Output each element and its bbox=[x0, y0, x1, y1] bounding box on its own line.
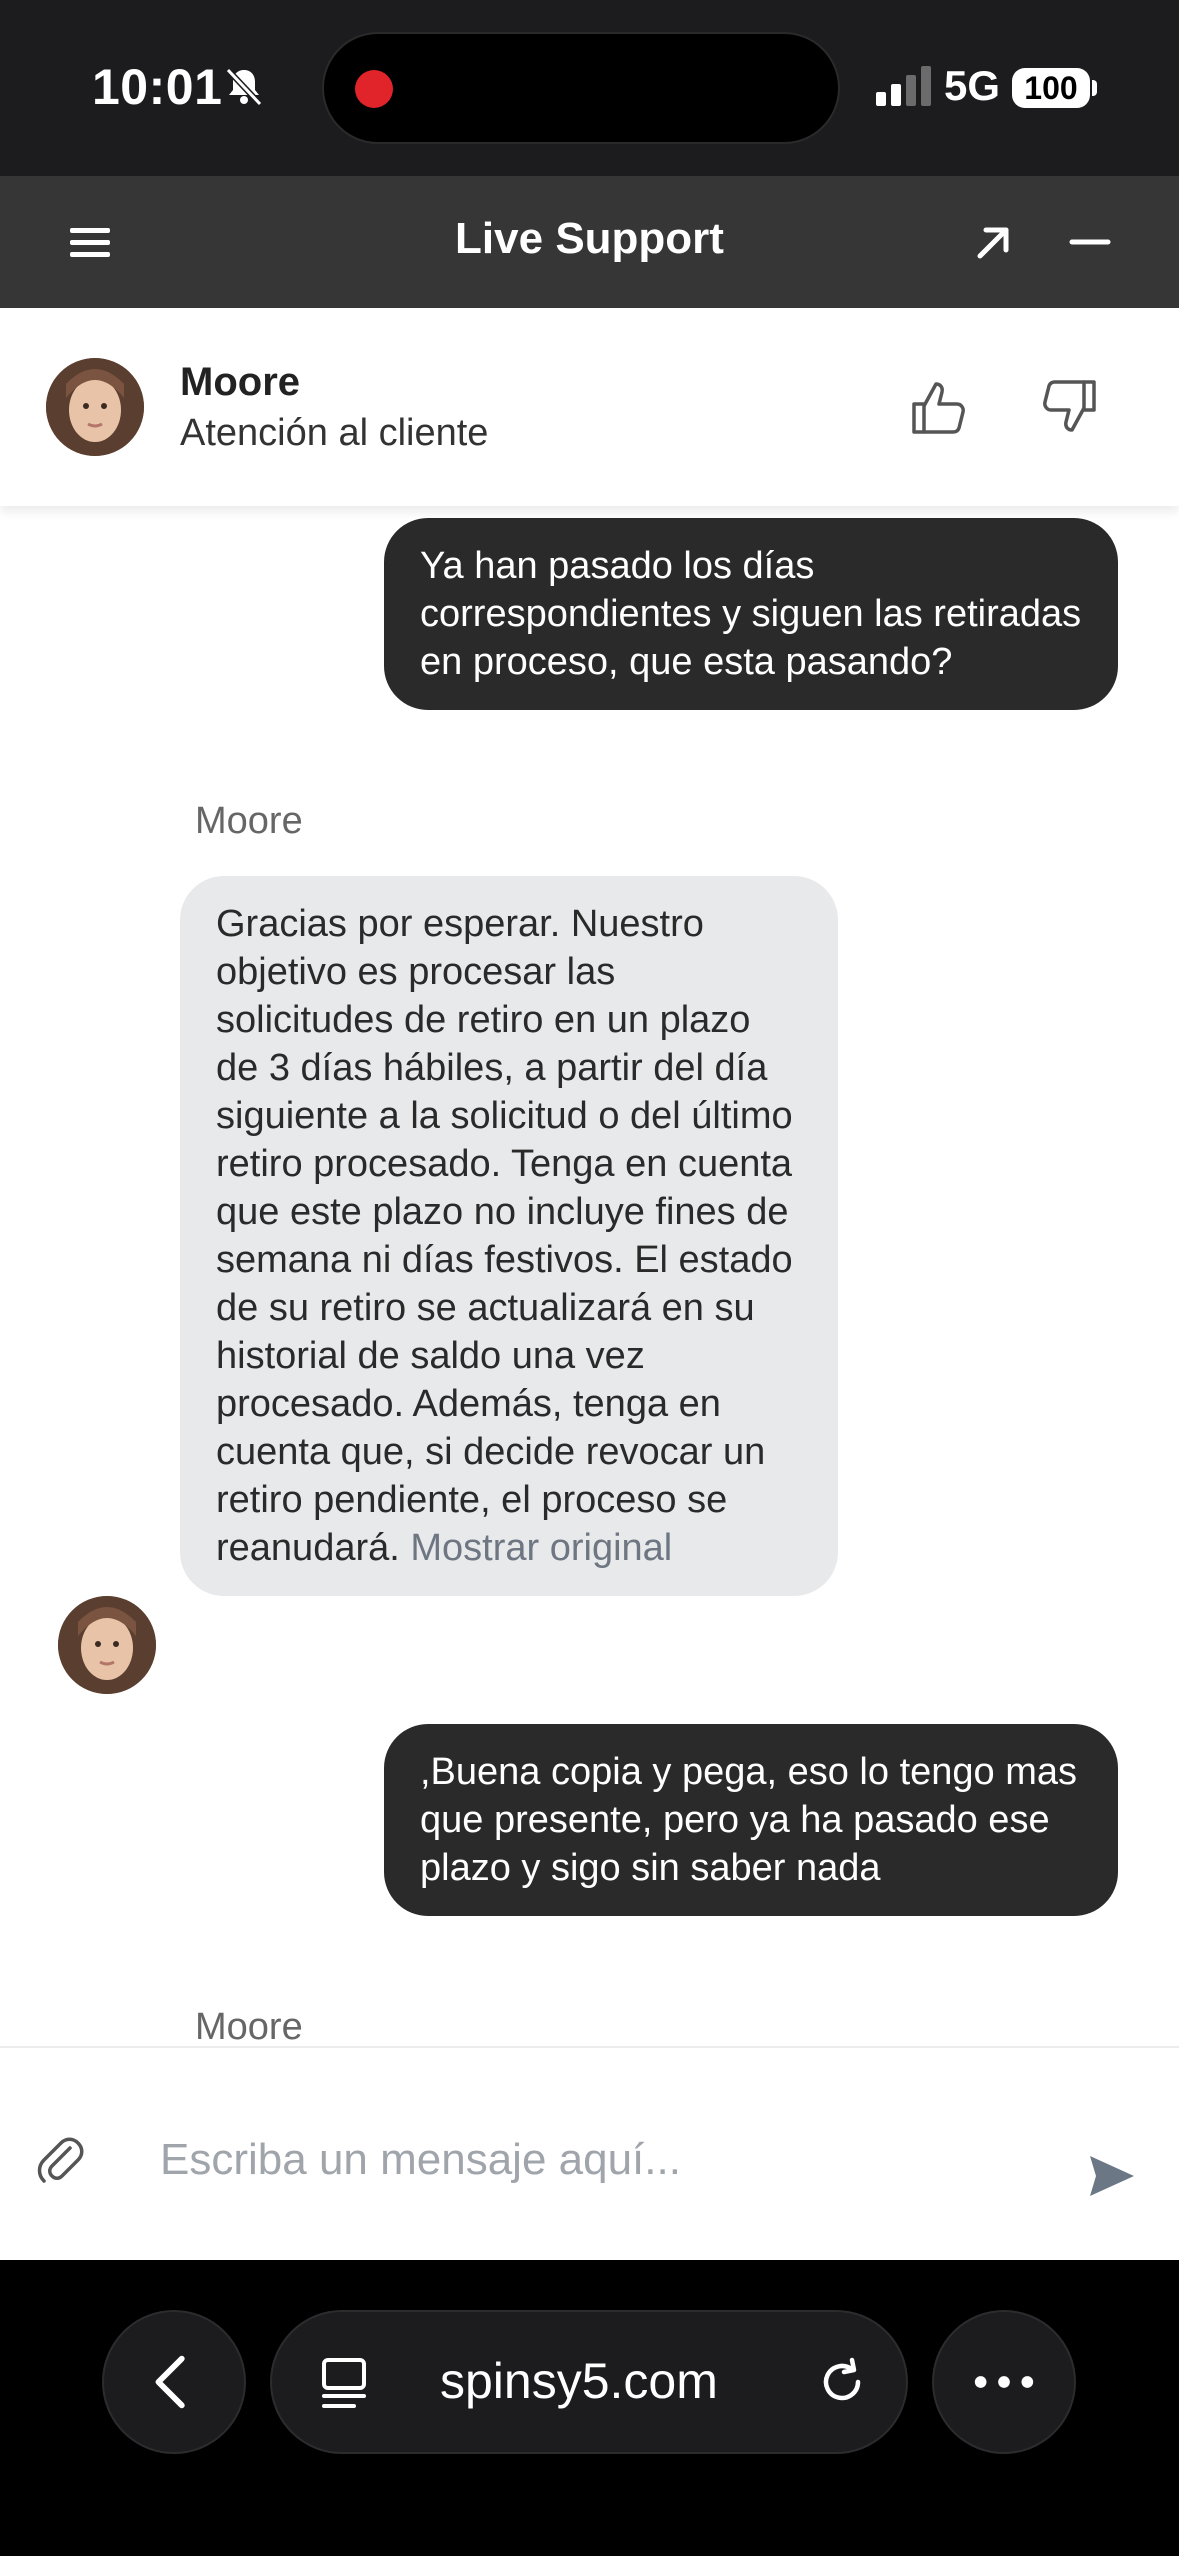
cellular-signal-icon bbox=[876, 66, 931, 106]
paperclip-icon[interactable] bbox=[36, 2130, 84, 2186]
agent-role: Atención al cliente bbox=[180, 412, 489, 454]
network-type: 5G bbox=[944, 62, 1001, 109]
incoming-message: Gracias por esperar. Nuestro objetivo es… bbox=[180, 876, 838, 1596]
clock: 10:01 bbox=[92, 59, 223, 115]
outgoing-message: Ya han pasado los días correspondientes … bbox=[384, 518, 1118, 710]
agent-name: Moore bbox=[180, 360, 300, 404]
message-text: Ya han pasado los días correspondientes … bbox=[420, 545, 1082, 683]
agent-avatar bbox=[46, 358, 144, 456]
bell-muted-icon bbox=[225, 67, 263, 107]
message-input[interactable] bbox=[160, 2128, 1020, 2192]
dynamic-island bbox=[322, 32, 840, 144]
more-options-button[interactable] bbox=[932, 2310, 1076, 2454]
message-text: Gracias por esperar. Nuestro objetivo es… bbox=[216, 903, 793, 1569]
back-button[interactable] bbox=[102, 2310, 246, 2454]
chat-header: Live Support bbox=[0, 176, 1179, 308]
page-menu-icon[interactable] bbox=[316, 2352, 376, 2412]
battery-level: 100 bbox=[1024, 70, 1078, 106]
agent-info-bar: Moore Atención al cliente bbox=[0, 308, 1179, 506]
message-text: ,Buena copia y pega, eso lo tengo mas qu… bbox=[420, 1751, 1078, 1889]
thumbs-down-icon[interactable] bbox=[1036, 376, 1098, 438]
minus-icon[interactable] bbox=[1068, 220, 1112, 264]
reload-icon[interactable] bbox=[812, 2352, 872, 2412]
message-sender: Moore bbox=[195, 2006, 303, 2046]
message-sender: Moore bbox=[195, 800, 303, 842]
message-composer bbox=[0, 2046, 1179, 2260]
ellipsis-icon bbox=[974, 2376, 1034, 2388]
recording-indicator bbox=[355, 70, 393, 108]
show-original-link[interactable]: Mostrar original bbox=[410, 1527, 672, 1569]
status-bar: 10:01 5G 100 bbox=[0, 0, 1179, 176]
thumbs-up-icon[interactable] bbox=[910, 376, 972, 438]
agent-avatar bbox=[58, 1596, 156, 1694]
arrow-up-right-icon[interactable] bbox=[972, 220, 1016, 264]
battery-icon: 100 bbox=[1012, 68, 1090, 108]
chat-transcript[interactable]: Ya han pasado los días correspondientes … bbox=[0, 506, 1179, 2046]
outgoing-message: ,Buena copia y pega, eso lo tengo mas qu… bbox=[384, 1724, 1118, 1916]
url-text: spinsy5.com bbox=[440, 2353, 718, 2409]
send-icon[interactable] bbox=[1086, 2150, 1138, 2202]
chevron-left-icon bbox=[155, 2355, 185, 2409]
battery-tip bbox=[1092, 80, 1097, 96]
